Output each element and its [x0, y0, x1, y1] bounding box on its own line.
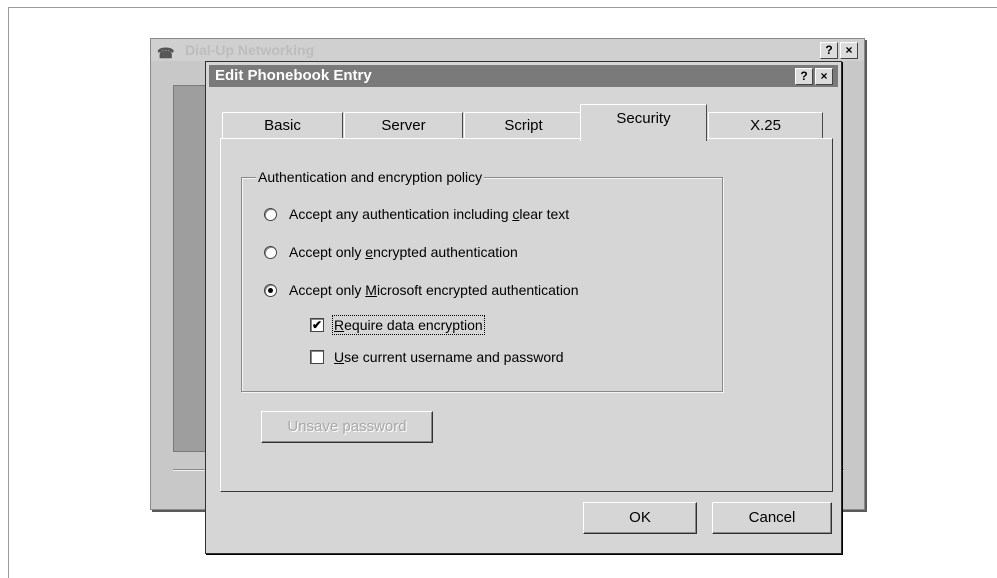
unsave-password-button[interactable]: Unsave password: [261, 411, 433, 443]
checkbox-unchecked[interactable]: [310, 350, 324, 364]
radio-accept-any-label: Accept any authentication including clea…: [289, 206, 570, 222]
dialog-title-bar: Edit Phonebook Entry ? ×: [209, 65, 838, 87]
checkbox-use-current-label: Use current username and password: [334, 349, 564, 365]
radio-button-selected[interactable]: [264, 283, 277, 297]
radio-button[interactable]: [264, 207, 277, 221]
radio-accept-encrypted-label: Accept only encrypted authentication: [289, 244, 518, 260]
tab-server[interactable]: Server: [344, 112, 463, 139]
tab-security[interactable]: Security: [580, 104, 707, 141]
close-button[interactable]: ×: [815, 68, 833, 85]
radio-accept-any[interactable]: Accept any authentication including clea…: [264, 206, 569, 222]
checkbox-require-encryption[interactable]: ✔ Require data encryption: [310, 315, 485, 335]
phone-icon: ☎: [157, 45, 175, 61]
checkbox-checked[interactable]: ✔: [310, 318, 324, 332]
tab-x25[interactable]: X.25: [708, 112, 823, 139]
radio-accept-microsoft[interactable]: Accept only Microsoft encrypted authenti…: [264, 282, 579, 298]
radio-accept-microsoft-label: Accept only Microsoft encrypted authenti…: [289, 282, 579, 298]
dialog-title: Edit Phonebook Entry: [215, 67, 372, 84]
tab-script[interactable]: Script: [464, 112, 583, 139]
checkbox-use-current[interactable]: Use current username and password: [310, 349, 564, 365]
back-window-title: ☎ Dial-Up Networking ? ×: [151, 39, 864, 61]
auth-encryption-group: Authentication and encryption policy Acc…: [241, 169, 723, 392]
ok-button[interactable]: OK: [583, 502, 697, 534]
back-window-title-text: Dial-Up Networking: [185, 42, 315, 58]
security-tab-panel: Authentication and encryption policy Acc…: [220, 138, 833, 492]
back-close-button[interactable]: ×: [840, 42, 858, 59]
help-button[interactable]: ?: [795, 68, 813, 85]
radio-accept-encrypted[interactable]: Accept only encrypted authentication: [264, 244, 518, 260]
back-help-button[interactable]: ?: [820, 42, 838, 59]
group-label: Authentication and encryption policy: [256, 169, 485, 185]
checkbox-require-encryption-label: Require data encryption: [332, 315, 485, 335]
tab-basic[interactable]: Basic: [222, 112, 343, 139]
cancel-button[interactable]: Cancel: [712, 502, 832, 534]
edit-phonebook-entry-dialog: Edit Phonebook Entry ? × Basic Server Sc…: [205, 61, 842, 554]
radio-button[interactable]: [264, 245, 277, 259]
